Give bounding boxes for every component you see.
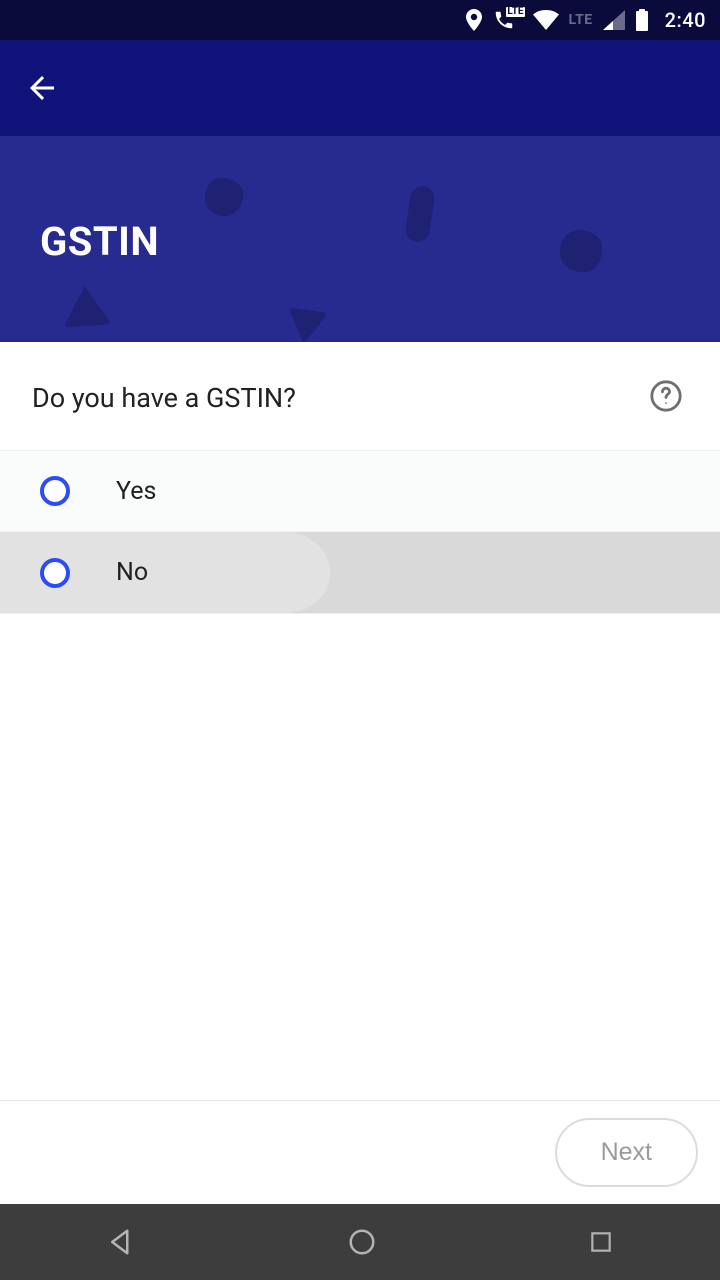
location-icon: [465, 9, 483, 31]
decor-shape: [404, 185, 436, 244]
radio-yes[interactable]: [40, 476, 70, 506]
help-button[interactable]: [648, 380, 684, 416]
phone-lte-icon: LTE: [493, 9, 515, 31]
option-yes-label: Yes: [116, 477, 156, 506]
decor-shape: [560, 230, 602, 272]
radio-no[interactable]: [40, 558, 70, 588]
option-no[interactable]: No: [0, 532, 720, 614]
decor-shape: [61, 284, 112, 327]
footer-bar: Next: [0, 1100, 720, 1204]
option-yes[interactable]: Yes: [0, 450, 720, 532]
signal-icon: [603, 10, 625, 30]
nav-home-button[interactable]: [347, 1227, 377, 1257]
clock-label: 2:40: [665, 8, 706, 32]
wifi-icon: [533, 10, 559, 30]
help-icon: [649, 379, 683, 417]
status-bar: LTE LTE 2:40: [0, 0, 720, 40]
phone-lte-badge: LTE: [506, 7, 524, 17]
nav-recent-button[interactable]: [588, 1229, 614, 1255]
nav-back-button[interactable]: [106, 1227, 136, 1257]
hero-banner: GSTIN: [0, 136, 720, 342]
question-row: Do you have a GSTIN?: [0, 340, 720, 450]
content-sheet: Do you have a GSTIN? Yes No Next: [0, 340, 720, 1204]
spacer: [0, 614, 720, 1100]
screen: LTE LTE 2:40 GSTIN Do you have a GSTIN?: [0, 0, 720, 1280]
question-text: Do you have a GSTIN?: [32, 382, 296, 414]
app-bar: [0, 40, 720, 136]
android-nav-bar: [0, 1204, 720, 1280]
lte-label-dim: LTE: [569, 12, 593, 28]
page-title: GSTIN: [40, 218, 159, 265]
next-button[interactable]: Next: [555, 1118, 698, 1187]
decor-shape: [202, 175, 246, 219]
option-no-label: No: [116, 558, 148, 587]
battery-icon: [635, 9, 649, 31]
back-button[interactable]: [24, 70, 60, 106]
decor-shape: [284, 307, 328, 342]
